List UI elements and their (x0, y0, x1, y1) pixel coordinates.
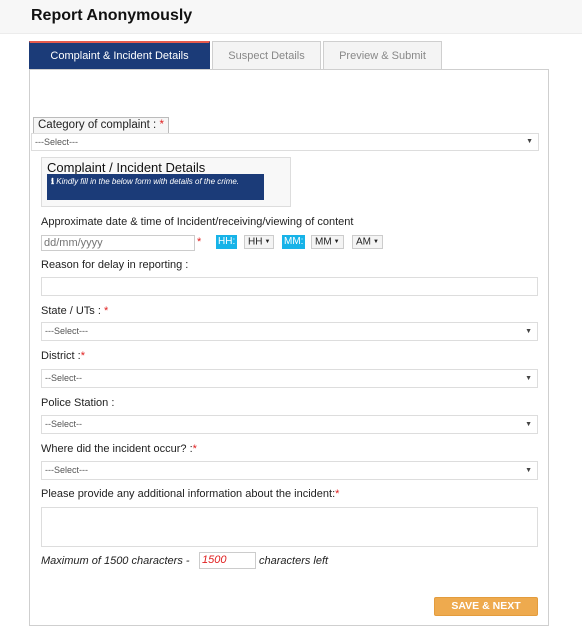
hour-tag: HH: (216, 235, 238, 249)
police-station-select-value: --Select-- (45, 419, 83, 429)
save-next-button[interactable]: SAVE & NEXT (434, 597, 538, 616)
page-header: Report Anonymously (0, 0, 582, 34)
delay-reason-input[interactable] (41, 277, 538, 296)
chevron-down-icon: ▼ (373, 239, 379, 245)
police-station-select[interactable]: --Select-- ▼ (41, 415, 538, 434)
chevron-down-icon: ▼ (525, 467, 532, 474)
hour-select-value: HH (248, 236, 263, 248)
info-box-title: Complaint / Incident Details (47, 160, 206, 175)
minute-select[interactable]: MM ▼ (311, 235, 344, 249)
date-input[interactable] (41, 235, 195, 251)
info-note: ℹ Kindly fill in the below form with det… (47, 174, 264, 200)
state-label: State / UTs : * (41, 305, 108, 317)
hour-select[interactable]: HH ▼ (244, 235, 275, 249)
info-note-text: Kindly fill in the below form with detai… (56, 177, 240, 186)
info-icon: ℹ (51, 177, 55, 186)
additional-info-label: Please provide any additional informatio… (41, 488, 339, 500)
tab-complaint-incident-details[interactable]: Complaint & Incident Details (29, 41, 210, 70)
district-label-text: District : (41, 350, 81, 362)
ampm-select[interactable]: AM ▼ (352, 235, 383, 249)
page-title: Report Anonymously (31, 7, 193, 24)
minute-tag: MM: (282, 235, 306, 249)
required-mark: * (159, 119, 164, 131)
chevron-down-icon: ▼ (264, 239, 271, 245)
additional-info-textarea[interactable] (41, 507, 538, 547)
date-time-label: Approximate date & time of Incident/rece… (41, 216, 354, 228)
additional-info-label-text: Please provide any additional informatio… (41, 488, 336, 500)
category-select[interactable]: ---Select--- ▼ (31, 133, 539, 151)
category-select-value: ---Select--- (35, 137, 78, 147)
incident-place-select[interactable]: ---Select--- ▼ (41, 461, 538, 480)
district-label: District :* (41, 350, 85, 362)
chevron-down-icon: ▼ (526, 138, 533, 145)
state-label-text: State / UTs : (41, 305, 101, 317)
tab-suspect-details[interactable]: Suspect Details (212, 41, 321, 70)
required-mark: * (335, 488, 340, 500)
char-counter-suffix: characters left (259, 555, 329, 567)
info-box: Complaint / Incident Details ℹ Kindly fi… (41, 157, 291, 207)
required-mark: * (103, 305, 109, 317)
district-select[interactable]: --Select-- ▼ (41, 369, 538, 388)
required-mark: * (192, 443, 197, 455)
char-counter-prefix: Maximum of 1500 characters - (41, 555, 190, 567)
category-label-text: Category of complaint : (38, 119, 157, 131)
delay-reason-label: Reason for delay in reporting : (41, 259, 189, 271)
incident-place-label: Where did the incident occur? :* (41, 443, 197, 455)
state-select-value: ---Select--- (45, 326, 88, 336)
ampm-select-value: AM (356, 236, 371, 248)
incident-place-label-text: Where did the incident occur? : (41, 443, 193, 455)
minute-select-value: MM (315, 236, 332, 248)
required-mark: * (197, 236, 202, 248)
chevron-down-icon: ▼ (525, 375, 532, 382)
district-select-value: --Select-- (45, 373, 83, 383)
tab-preview-submit[interactable]: Preview & Submit (323, 41, 442, 70)
chevron-down-icon: ▼ (333, 239, 340, 245)
state-select[interactable]: ---Select--- ▼ (41, 322, 538, 341)
category-label: Category of complaint : * (33, 117, 169, 134)
char-counter-remaining: 1500 (199, 552, 256, 569)
required-mark: * (80, 350, 86, 362)
tab-bar: Complaint & Incident Details Suspect Det… (29, 41, 444, 70)
chevron-down-icon: ▼ (525, 328, 532, 335)
police-station-label: Police Station : (41, 397, 115, 409)
chevron-down-icon: ▼ (525, 421, 532, 428)
incident-place-select-value: ---Select--- (45, 465, 88, 475)
